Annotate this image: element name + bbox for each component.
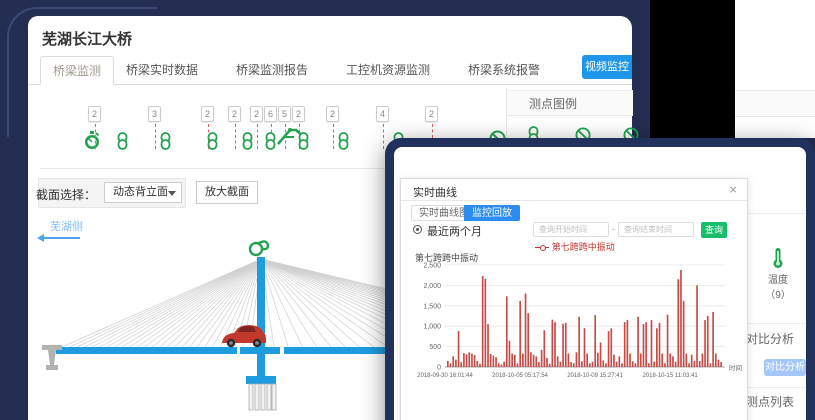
chain-icon[interactable] — [116, 132, 129, 150]
chain-icon[interactable] — [159, 132, 172, 150]
sensor-count-badge[interactable]: 2 — [201, 106, 214, 122]
sensor-lead-line — [95, 124, 96, 149]
sensor-count-badge[interactable]: 2 — [228, 106, 241, 122]
tab-monitor-playback[interactable]: 监控回放 — [464, 205, 520, 221]
svg-text:1,000: 1,000 — [423, 324, 441, 331]
chain-icon[interactable] — [241, 132, 254, 150]
svg-text:2018-10-15 11:03:41: 2018-10-15 11:03:41 — [642, 373, 698, 379]
bridge-foundation — [246, 376, 276, 410]
sensor-count-badge[interactable]: 2 — [326, 106, 339, 122]
bridge-deck — [240, 347, 280, 354]
sensor-count-badge[interactable]: 2 — [292, 106, 305, 122]
svg-text:2,500: 2,500 — [423, 263, 441, 270]
divider — [744, 323, 806, 324]
svg-text:500: 500 — [429, 344, 441, 351]
tab-2[interactable]: 桥梁监测报告 — [224, 56, 320, 85]
page-title: 芜湖长江大桥 — [42, 28, 132, 49]
sensor-lead-line — [333, 124, 334, 149]
compare-analysis-title: 对比分析 — [746, 330, 794, 347]
video-monitor-button[interactable]: 视频监控 — [582, 55, 632, 79]
sensor-lead-line — [285, 124, 286, 149]
dialog-header: 实时曲线 × — [401, 179, 747, 201]
start-time-input[interactable] — [533, 222, 609, 237]
query-button[interactable]: 查询 — [701, 222, 727, 238]
section-select-label: 截面选择： — [36, 186, 96, 203]
tab-3[interactable]: 工控机资源监测 — [334, 56, 442, 85]
chain-icon[interactable] — [337, 132, 350, 150]
tab-4[interactable]: 桥梁系统报警 — [456, 56, 552, 85]
popup-page: 温度 （9） 对比分析 对比分析 测点列表 实时曲线 × 实时曲线图 监控回放 … — [394, 147, 806, 420]
background-panel — [735, 0, 815, 138]
close-icon[interactable]: × — [729, 182, 737, 197]
bridge-tower — [257, 257, 265, 377]
chain-icon[interactable] — [297, 132, 310, 150]
svg-text:2018-10-05 05:17:54: 2018-10-05 05:17:54 — [492, 373, 548, 379]
dialog-title: 实时曲线 — [413, 184, 457, 200]
sensor-count-badge[interactable]: 2 — [250, 106, 263, 122]
divider — [744, 387, 806, 388]
vibration-chart: 2,500 2,000 1,500 1,000 500 02018-09-30 16:01… — [409, 259, 743, 385]
temperature-label: 温度 — [754, 271, 802, 286]
popup-window: 温度 （9） 对比分析 对比分析 测点列表 实时曲线 × 实时曲线图 监控回放 … — [385, 138, 815, 420]
thermometer-icon[interactable] — [771, 247, 785, 269]
date-separator: - — [612, 224, 615, 234]
realtime-curve-dialog: 实时曲线 × 实时曲线图 监控回放 最近两个月 - 查询 第七跨跨中振动 第七跨… — [400, 178, 748, 420]
bridge-deck — [56, 347, 237, 354]
sensor-count-badge[interactable]: 6 — [264, 106, 277, 122]
screen: 芜湖长江大桥 桥梁监测桥梁实时数据桥梁监测报告工控机资源监测桥梁系统报警 视频监… — [0, 0, 815, 420]
recent-two-months-label: 最近两个月 — [427, 223, 482, 239]
point-list-title: 测点列表 — [746, 393, 794, 410]
svg-text:2018-10-09 15:27:41: 2018-10-09 15:27:41 — [567, 373, 623, 379]
sensor-count-badge[interactable]: 5 — [278, 106, 291, 122]
divider — [744, 213, 806, 214]
sensor-count-badge[interactable]: 2 — [425, 106, 438, 122]
tab-1[interactable]: 桥梁实时数据 — [114, 56, 210, 85]
svg-text:0: 0 — [437, 365, 441, 372]
x-axis-label: 时间 — [729, 363, 742, 372]
tab-bar: 桥梁监测桥梁实时数据桥梁监测报告工控机资源监测桥梁系统报警 — [28, 56, 632, 85]
chain-icon[interactable] — [264, 132, 277, 150]
svg-text:1,500: 1,500 — [423, 303, 441, 310]
sensor-lead-line — [155, 124, 156, 149]
wuhu-side-label: 芜湖侧 — [50, 218, 83, 234]
sensor-count-badge[interactable]: 2 — [88, 106, 101, 122]
screen-black-region — [650, 0, 735, 138]
sensor-lead-line — [383, 124, 384, 149]
bridge-pier — [42, 345, 62, 370]
section-dropdown-value: 动态背立面 — [113, 186, 168, 198]
chevron-down-icon — [168, 191, 176, 196]
tab-0[interactable]: 桥梁监测 — [40, 56, 114, 85]
sensor-lead-line — [235, 124, 236, 149]
recent-two-months-radio[interactable] — [413, 225, 422, 234]
compare-analysis-button[interactable]: 对比分析 — [764, 359, 806, 376]
sensor-lead-line — [257, 124, 258, 149]
stopwatch-icon[interactable] — [82, 128, 102, 152]
wind-sensor-icon[interactable] — [250, 241, 268, 255]
sensor-count-badge[interactable]: 4 — [376, 106, 389, 122]
background-panel-header — [735, 90, 815, 117]
legend-marker-icon — [535, 247, 549, 248]
svg-text:2018-09-30 16:01:44: 2018-09-30 16:01:44 — [417, 373, 473, 379]
temperature-count: （9） — [754, 286, 802, 301]
svg-text:2,000: 2,000 — [423, 283, 441, 290]
chain-icon[interactable] — [206, 132, 219, 150]
zoom-section-button[interactable]: 放大截面 — [196, 181, 258, 204]
legend-panel-title: 测点图例 — [507, 90, 633, 116]
sensor-count-badge[interactable]: 3 — [148, 106, 161, 122]
end-time-input[interactable] — [618, 222, 694, 237]
section-dropdown[interactable]: 动态背立面 — [104, 182, 182, 203]
